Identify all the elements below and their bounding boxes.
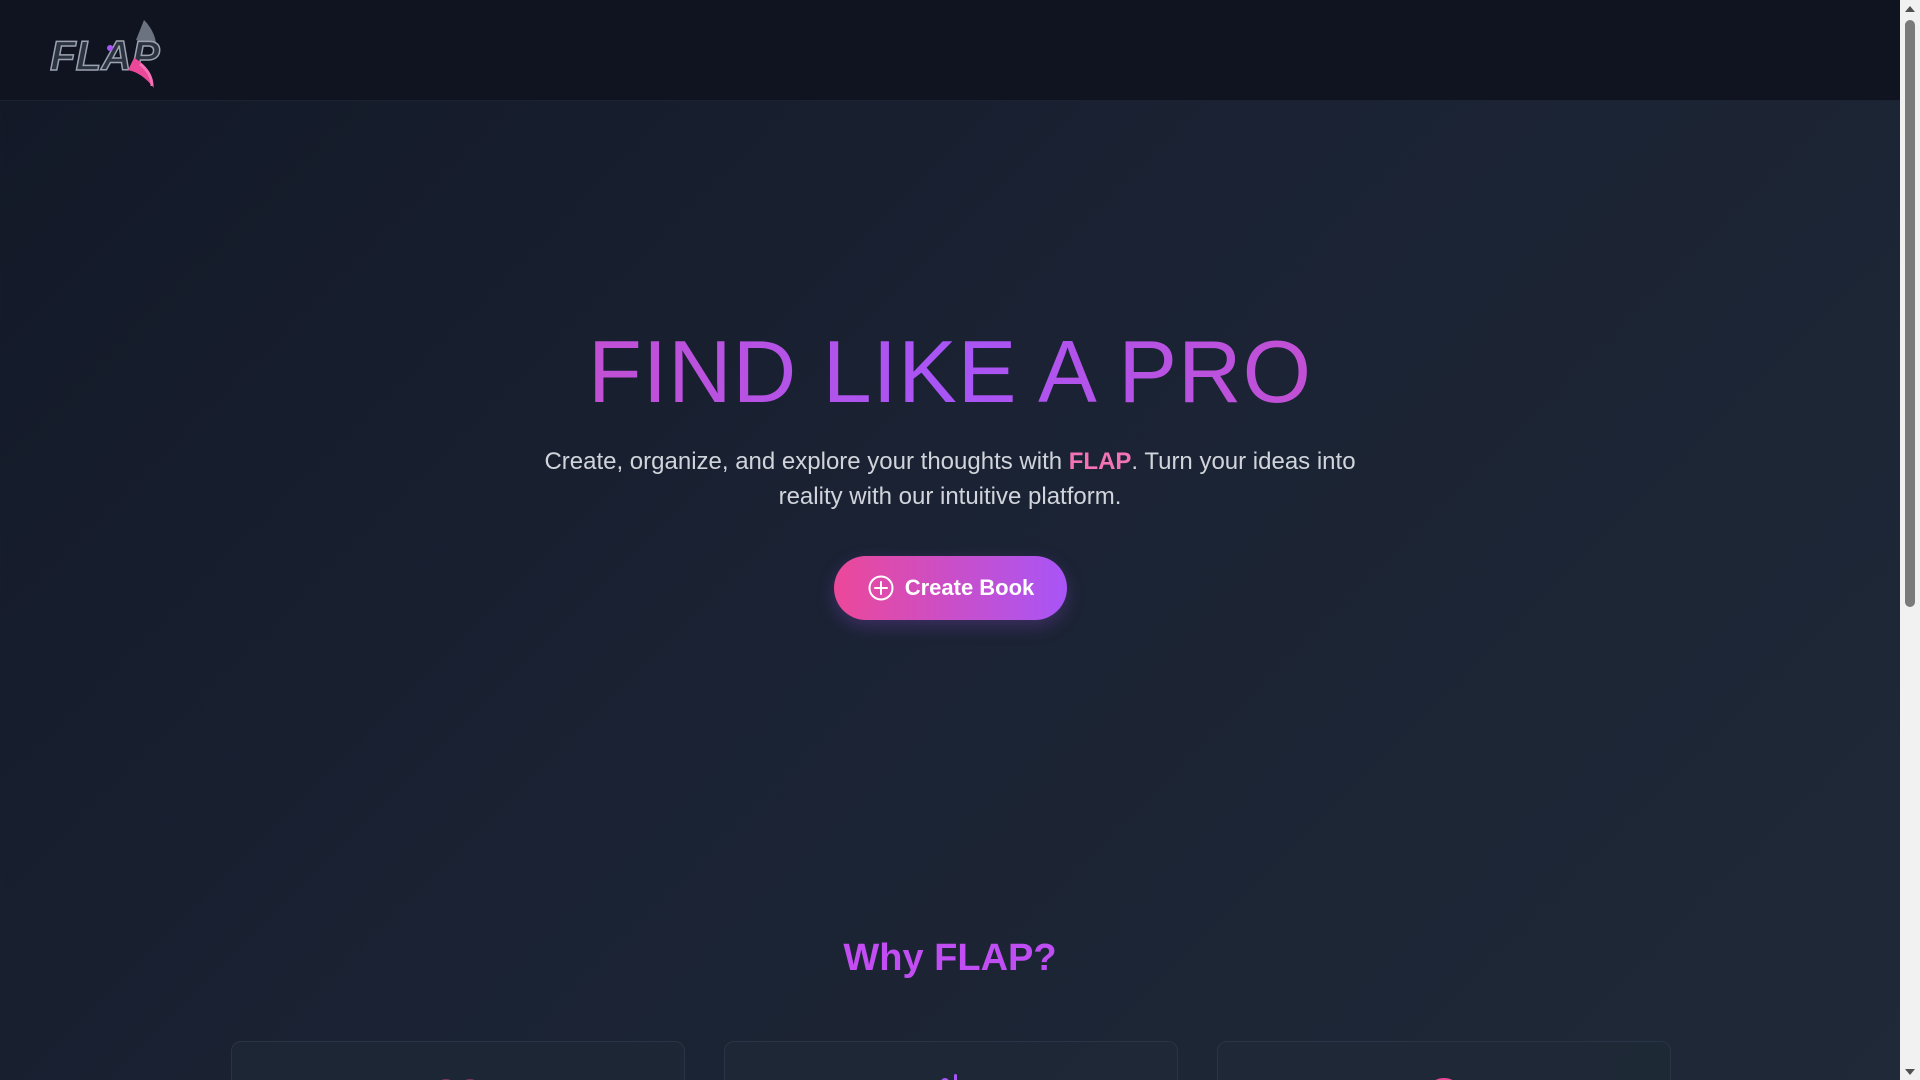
scrollbar-thumb[interactable] xyxy=(1905,20,1915,607)
lightbulb-icon xyxy=(1435,1078,1453,1080)
hero-subtitle: Create, organize, and explore your thoug… xyxy=(540,444,1360,514)
flap-logo[interactable]: FLAP xyxy=(48,18,168,92)
feature-card xyxy=(1217,1041,1671,1080)
plus-circle-icon xyxy=(868,575,894,601)
feature-card xyxy=(231,1041,685,1080)
book-open-icon xyxy=(441,1079,475,1080)
feature-card xyxy=(724,1041,1178,1080)
scroll-down-arrow-icon[interactable] xyxy=(1900,1063,1920,1080)
hero-subtitle-brand: FLAP xyxy=(1068,448,1132,475)
hero-subtitle-intro: Create, organize, and explore your thoug… xyxy=(544,448,1069,475)
create-book-label: Create Book xyxy=(904,575,1035,600)
scroll-up-arrow-icon[interactable] xyxy=(1900,0,1920,17)
create-book-button[interactable]: Create Book xyxy=(834,556,1067,620)
flap-feather-logo-icon: FLAP xyxy=(49,20,161,88)
users-icon xyxy=(941,1074,957,1080)
why-flap-heading: Why FLAP? xyxy=(0,937,1900,980)
hero-title: FIND LIKE A PRO xyxy=(0,328,1900,416)
vertical-scrollbar[interactable] xyxy=(1900,0,1920,1080)
top-navbar: FLAP xyxy=(0,0,1900,101)
